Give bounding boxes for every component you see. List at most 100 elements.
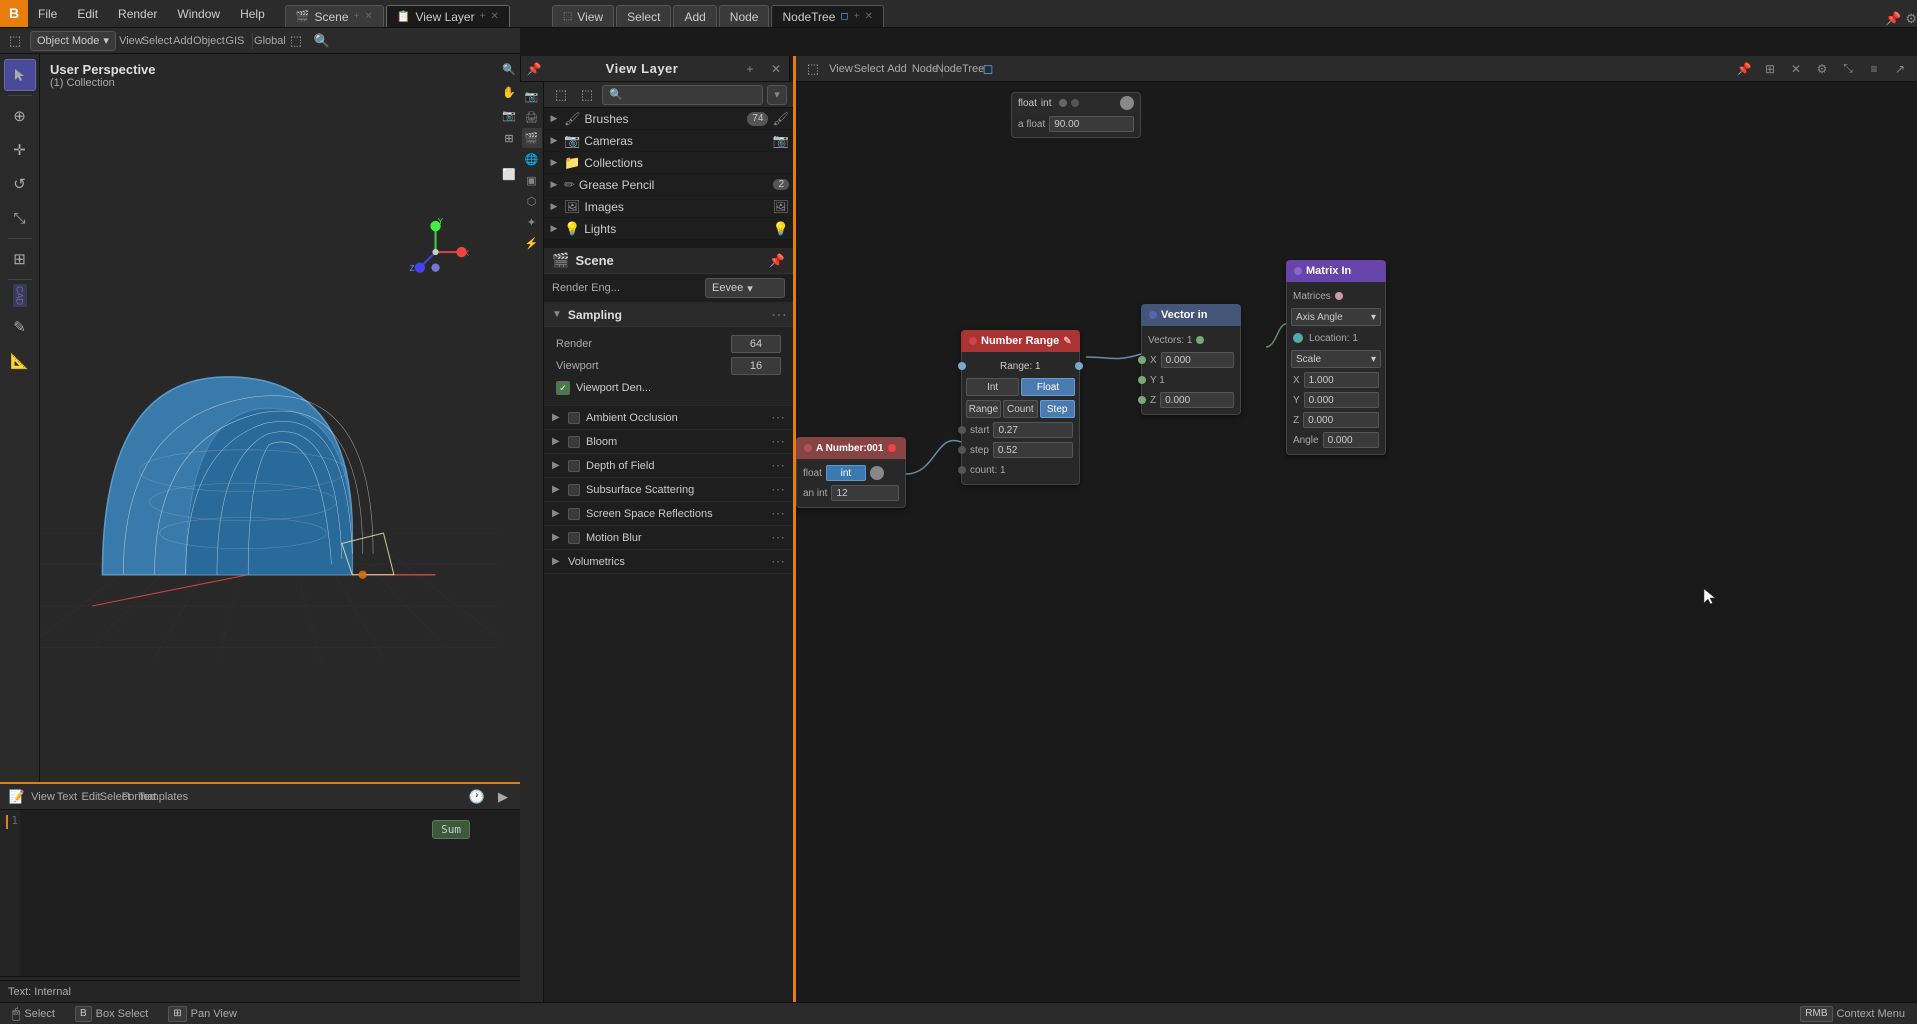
ssr-row[interactable]: ▶ Screen Space Reflections ⋯ (544, 502, 793, 526)
annotate-tool[interactable]: ✎ (4, 311, 36, 343)
menu-help[interactable]: Help (230, 0, 275, 27)
an-int-btn[interactable]: int (826, 465, 866, 481)
pan-icon[interactable]: ✋ (499, 82, 519, 102)
mi-x-field[interactable]: 1.000 (1304, 372, 1379, 388)
nr-step-field[interactable]: 0.52 (993, 442, 1073, 458)
pin-icon[interactable]: 📌 (1885, 11, 1901, 27)
prop-icon-particles[interactable]: ✦ (522, 212, 542, 232)
tab-vl-close[interactable]: ✕ (490, 11, 498, 22)
dof-cb[interactable] (568, 460, 580, 472)
gis-menu[interactable]: GIS (224, 30, 246, 52)
tab-view-layer[interactable]: 📋 View Layer + ✕ (386, 5, 510, 27)
vl-pin-btn[interactable]: 📌 (521, 56, 547, 82)
select-tool[interactable] (4, 59, 36, 91)
viewport-value[interactable]: 16 (731, 357, 781, 375)
layer-icon[interactable]: ⊞ (499, 128, 519, 148)
solid-view-icon[interactable]: ⬜ (499, 164, 519, 184)
depth-field-row[interactable]: ▶ Depth of Field ⋯ (544, 454, 793, 478)
prop-icon-render[interactable]: 📷 (522, 86, 542, 106)
ne-blue-icon[interactable]: ◻ (977, 58, 999, 80)
tab-node-view[interactable]: ⬚ View (552, 5, 614, 27)
prop-icon-world[interactable]: 🌐 (522, 149, 542, 169)
scale-tool[interactable]: ⤡ (4, 202, 36, 234)
tab-scene-close[interactable]: ✕ (364, 11, 372, 22)
ne-external[interactable]: ↗ (1889, 58, 1911, 80)
ne-expand[interactable]: ⤡ (1837, 58, 1859, 80)
ne-copy[interactable]: ⊞ (1759, 58, 1781, 80)
vl-add-btn[interactable]: + (737, 56, 763, 82)
brushes-item[interactable]: ▶ 🖌 Brushes 74 🖌 (544, 108, 793, 130)
sss-cb[interactable] (568, 484, 580, 496)
text-clock-icon[interactable]: 🕐 (466, 786, 488, 808)
nr-float-btn[interactable]: Float (1021, 378, 1074, 396)
render-value[interactable]: 64 (731, 335, 781, 353)
camera-icon[interactable]: 📷 (499, 105, 519, 125)
mi-angle-field[interactable]: 0.000 (1323, 432, 1379, 448)
text-playback-icon[interactable]: ▶ (492, 786, 514, 808)
nr-range-tab[interactable]: Range (966, 400, 1001, 418)
scene-pin[interactable]: 📌 (769, 253, 785, 269)
ne-nodetree[interactable]: NodeTree (949, 58, 971, 80)
object-mode-dropdown[interactable]: Object Mode ▾ (30, 31, 116, 51)
mi-z-field[interactable]: 0.000 (1303, 412, 1379, 428)
props-icon2[interactable]: ⬚ (576, 84, 598, 106)
mi-scale-dropdown[interactable]: Scale ▾ (1291, 350, 1381, 368)
ne-view[interactable]: View (830, 58, 852, 80)
view-menu[interactable]: View (120, 30, 142, 52)
ne-select[interactable]: Select (858, 58, 880, 80)
motion-blur-row[interactable]: ▶ Motion Blur ⋯ (544, 526, 793, 550)
zoom-in-icon[interactable]: 🔍 (499, 59, 519, 79)
lights-item[interactable]: ▶ 💡 Lights 💡 (544, 218, 793, 240)
collections-item[interactable]: ▶ 📁 Collections (544, 152, 793, 174)
ao-cb[interactable] (568, 412, 580, 424)
props-filter[interactable]: ▾ (767, 85, 787, 105)
vi-x-field[interactable]: 0.000 (1161, 352, 1234, 368)
ne-more[interactable]: ≡ (1863, 58, 1885, 80)
grease-pencil-item[interactable]: ▶ ✏ Grease Pencil 2 (544, 174, 793, 196)
tab-node-node[interactable]: Node (719, 5, 770, 27)
menu-window[interactable]: Window (167, 0, 230, 27)
props-search[interactable]: 🔍 (602, 85, 763, 105)
text-editor-icon[interactable]: 📝 (6, 786, 28, 808)
text-edit-menu[interactable]: Edit (80, 786, 102, 808)
text-view-menu[interactable]: View (32, 786, 54, 808)
tab-node-select[interactable]: Select (616, 5, 671, 27)
prop-icon-obj[interactable]: ▣ (522, 170, 542, 190)
add-menu[interactable]: Add (172, 30, 194, 52)
bloom-cb[interactable] (568, 436, 580, 448)
vl-close-btn[interactable]: ✕ (763, 56, 789, 82)
mi-close[interactable] (1294, 267, 1302, 275)
nr-int-btn[interactable]: Int (966, 378, 1019, 396)
nr-count-tab[interactable]: Count (1003, 400, 1038, 418)
images-item[interactable]: ▶ 🖼 Images 🖼 (544, 196, 793, 218)
nr-start-field[interactable]: 0.27 (993, 422, 1072, 438)
bloom-row[interactable]: ▶ Bloom ⋯ (544, 430, 793, 454)
rotate-tool[interactable]: ↺ (4, 168, 36, 200)
cursor-tool[interactable]: ⊕ (4, 100, 36, 132)
select-menu[interactable]: Select (146, 30, 168, 52)
an-close[interactable] (804, 444, 812, 452)
tab-nodetree[interactable]: NodeTree ◻ + ✕ (771, 5, 883, 27)
nr-edit[interactable]: ✎ (1063, 336, 1071, 347)
props-icon[interactable]: ⬚ (550, 84, 572, 106)
measure-tool[interactable]: 📐 (4, 345, 36, 377)
prop-icon-scene[interactable]: 🎬 (522, 128, 542, 148)
tab-scene[interactable]: 🎬 Scene + ✕ (285, 5, 384, 27)
settings-icon[interactable]: ⚙ (1905, 11, 1917, 27)
vi-close[interactable] (1149, 311, 1157, 319)
node-canvas[interactable]: float int a float 90.00 (796, 82, 1917, 1024)
menu-render[interactable]: Render (108, 0, 167, 27)
nodetree-add[interactable]: + (854, 11, 860, 22)
mi-axis-dropdown[interactable]: Axis Angle ▾ (1291, 308, 1381, 326)
prop-icon-physics[interactable]: ⚡ (522, 233, 542, 253)
vi-z-field[interactable]: 0.000 (1160, 392, 1234, 408)
cameras-item[interactable]: ▶ 📷 Cameras 📷 (544, 130, 793, 152)
search-icon[interactable]: 🔍 (311, 30, 333, 52)
prop-icon-output[interactable]: 🖨 (522, 107, 542, 127)
text-text-menu[interactable]: Text (56, 786, 78, 808)
ne-close[interactable]: ✕ (1785, 58, 1807, 80)
render-engine-dropdown[interactable]: Eevee ▾ (705, 278, 785, 298)
viewport-mode-icon[interactable]: ⬚ (4, 30, 26, 52)
ne-settings[interactable]: ⚙ (1811, 58, 1833, 80)
tab-scene-add[interactable]: + (354, 11, 360, 22)
